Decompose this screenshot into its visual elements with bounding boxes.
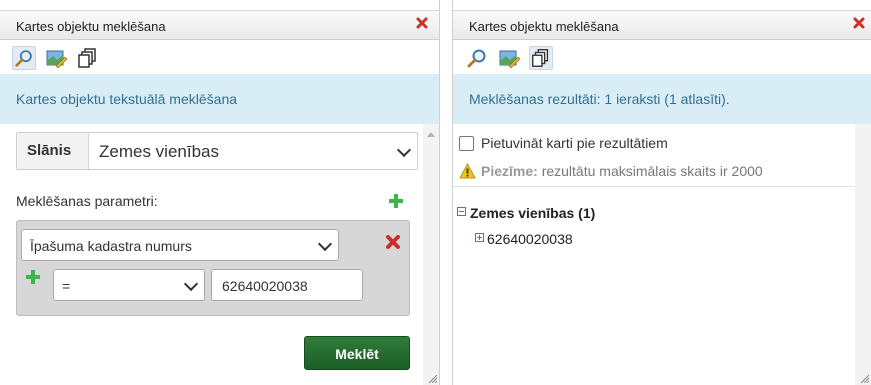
panel-title: Kartes objektu meklēšana (16, 19, 166, 34)
zoom-to-results-checkbox[interactable] (459, 136, 474, 151)
tool-tabs (453, 40, 871, 74)
operator-select-value: = (62, 278, 71, 294)
tree-result-label[interactable]: 62640020038 (487, 231, 573, 247)
remove-param-icon[interactable] (385, 234, 401, 250)
map-edit-icon[interactable] (44, 46, 68, 70)
layer-select[interactable]: Slānis Zemes vienības (16, 132, 418, 170)
results-info-bar: Meklēšanas rezultāti: 1 ieraksti (1 atla… (453, 74, 871, 124)
scrollbar[interactable] (423, 124, 439, 385)
add-param-icon[interactable] (388, 193, 404, 209)
param-group: Īpašuma kadastra numurs = 62640020038 (16, 220, 410, 316)
note-label: Piezīme: (481, 163, 538, 179)
chevron-down-icon (317, 236, 333, 252)
scroll-up-icon[interactable] (427, 132, 435, 137)
search-icon[interactable] (465, 46, 489, 70)
resize-grip-icon[interactable] (427, 373, 437, 383)
scrollbar[interactable] (855, 124, 871, 385)
pages-icon[interactable] (529, 46, 553, 70)
note-text: rezultātu maksimālais skaits ir 2000 (537, 163, 763, 179)
layer-label: Slānis (17, 133, 89, 169)
warning-icon (459, 163, 476, 179)
value-input[interactable]: 62640020038 (211, 269, 363, 301)
panel-titlebar: Kartes objektu meklēšana (0, 10, 439, 40)
panel-title: Kartes objektu meklēšana (469, 19, 619, 34)
expand-icon[interactable] (475, 233, 484, 242)
panel-titlebar: Kartes objektu meklēšana (453, 10, 871, 40)
close-icon[interactable] (851, 15, 867, 31)
zoom-to-results-label: Pietuvināt karti pie rezultātiem (481, 135, 668, 151)
search-button[interactable]: Meklēt (304, 336, 410, 370)
search-panel-left: Kartes objektu meklēšana Kartes objektu … (0, 0, 440, 385)
collapse-icon[interactable] (457, 207, 466, 216)
divider (453, 186, 855, 187)
search-panel-right: Kartes objektu meklēšana Meklēšanas rezu… (452, 0, 871, 385)
pages-icon[interactable] (76, 46, 100, 70)
info-bar: Kartes objektu tekstuālā meklēšana (0, 74, 439, 124)
layer-value: Zemes vienības (99, 142, 219, 161)
params-label: Meklēšanas parametri: (16, 193, 158, 209)
field-select[interactable]: Īpašuma kadastra numurs (21, 229, 339, 261)
search-icon[interactable] (12, 46, 36, 70)
chevron-down-icon (396, 142, 412, 158)
map-edit-icon[interactable] (497, 46, 521, 70)
tool-tabs (0, 40, 439, 74)
operator-select[interactable]: = (53, 269, 205, 301)
chevron-down-icon (183, 276, 199, 292)
resize-grip-icon[interactable] (859, 373, 869, 383)
add-condition-icon[interactable] (25, 269, 41, 285)
field-select-value: Īpašuma kadastra numurs (30, 238, 192, 254)
tree-root-label: Zemes vienības (1) (470, 205, 596, 221)
close-icon[interactable] (414, 15, 430, 31)
